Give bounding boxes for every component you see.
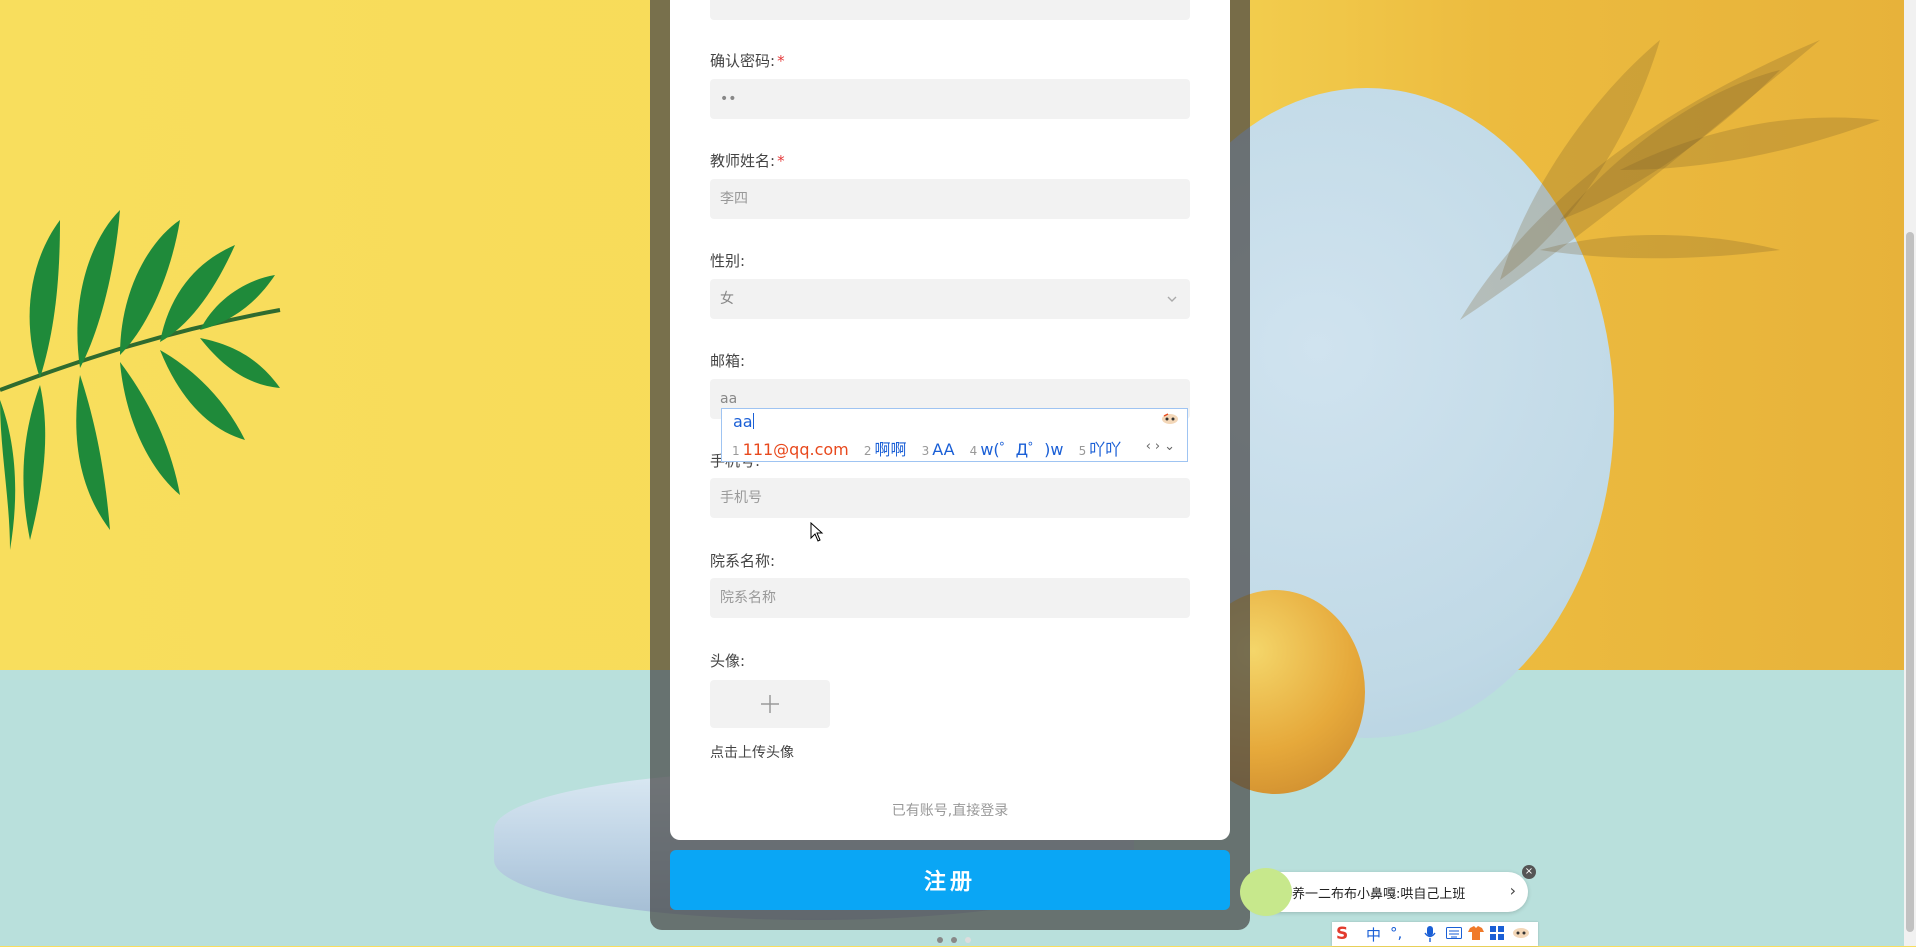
sogou-logo-icon[interactable]: S bbox=[1336, 924, 1348, 944]
ime-candidate[interactable]: 4 w(゜Д゜)w bbox=[970, 436, 1064, 460]
carousel-dot[interactable] bbox=[951, 937, 957, 943]
email-value: aa bbox=[720, 391, 738, 407]
avatar-upload-hint: 点击上传头像 bbox=[710, 745, 794, 761]
palm-leaf-image bbox=[0, 210, 281, 550]
register-button[interactable]: 注册 bbox=[670, 850, 1230, 910]
ime-candidate[interactable]: 1 111@qq.com bbox=[732, 440, 849, 459]
microphone-icon[interactable] bbox=[1424, 926, 1436, 942]
gender-label: 性别: bbox=[710, 252, 746, 270]
ime-skin-icon[interactable] bbox=[1161, 413, 1179, 425]
teacher-name-field[interactable]: 李四 bbox=[710, 179, 1190, 219]
close-icon[interactable]: × bbox=[1522, 865, 1536, 879]
carousel-dot[interactable] bbox=[965, 937, 971, 943]
confirm-password-value: •• bbox=[720, 91, 737, 107]
ime-candidate[interactable]: 5 吖吖 bbox=[1079, 436, 1122, 460]
phone-placeholder: 手机号 bbox=[720, 490, 762, 506]
avatar-upload-button[interactable] bbox=[710, 680, 830, 728]
keyboard-icon[interactable] bbox=[1446, 927, 1462, 939]
ime-candidate[interactable]: 3 AA bbox=[922, 440, 955, 459]
chevron-right-icon[interactable]: › bbox=[1510, 881, 1516, 900]
page-scrollbar[interactable] bbox=[1904, 0, 1916, 946]
confirm-password-label: 确认密码: * bbox=[710, 52, 785, 70]
palm-shadow-image bbox=[1460, 40, 1880, 320]
ime-candidate-popup: aa 1 111@qq.com 2 啊啊 3 AA 4 w(゜Д゜)w 5 吖吖 ‹›⌄ bbox=[721, 408, 1188, 462]
mouse-cursor-icon bbox=[810, 522, 824, 542]
ime-candidate[interactable]: 2 啊啊 bbox=[864, 436, 907, 460]
department-label: 院系名称: bbox=[710, 552, 776, 570]
ime-mascot-icon[interactable] bbox=[1512, 927, 1530, 939]
chevron-right-icon[interactable]: › bbox=[1155, 439, 1164, 454]
password-field[interactable] bbox=[710, 0, 1190, 20]
chevron-left-icon[interactable]: ‹ bbox=[1146, 439, 1155, 454]
department-field[interactable]: 院系名称 bbox=[710, 578, 1190, 618]
teacher-name-label: 教师姓名: * bbox=[710, 152, 785, 170]
toast-text: 养一二布布小鼻嘎:哄自己上班 bbox=[1292, 887, 1466, 902]
phone-field[interactable]: 手机号 bbox=[710, 478, 1190, 518]
toast-avatar bbox=[1240, 868, 1292, 916]
chevron-down-icon[interactable]: ⌄ bbox=[1164, 439, 1179, 454]
skin-icon[interactable] bbox=[1468, 926, 1484, 940]
carousel-dots bbox=[937, 928, 979, 947]
gender-select[interactable]: 女 bbox=[710, 279, 1190, 319]
punctuation-toggle[interactable]: °, bbox=[1390, 924, 1402, 942]
ime-page-nav[interactable]: ‹›⌄ bbox=[1146, 439, 1179, 454]
department-placeholder: 院系名称 bbox=[720, 590, 776, 606]
chevron-down-icon bbox=[1167, 296, 1177, 302]
toolbox-icon[interactable] bbox=[1490, 926, 1504, 940]
ime-mode-toggle[interactable]: 中 bbox=[1366, 924, 1381, 945]
plus-icon bbox=[761, 695, 779, 713]
ime-status-bar: S 中 °, bbox=[1332, 922, 1538, 946]
teacher-name-placeholder: 李四 bbox=[720, 191, 748, 207]
confirm-password-field[interactable]: •• bbox=[710, 79, 1190, 119]
scrollbar-thumb[interactable] bbox=[1906, 232, 1914, 932]
avatar-label: 头像: bbox=[710, 652, 746, 670]
carousel-dot[interactable] bbox=[937, 937, 943, 943]
ime-composition: aa bbox=[733, 412, 754, 431]
login-link[interactable]: 已有账号,直接登录 bbox=[670, 800, 1230, 820]
ime-candidate-list: 1 111@qq.com 2 啊啊 3 AA 4 w(゜Д゜)w 5 吖吖 bbox=[732, 436, 1131, 460]
email-label: 邮箱: bbox=[710, 352, 746, 370]
gender-value: 女 bbox=[720, 291, 734, 307]
